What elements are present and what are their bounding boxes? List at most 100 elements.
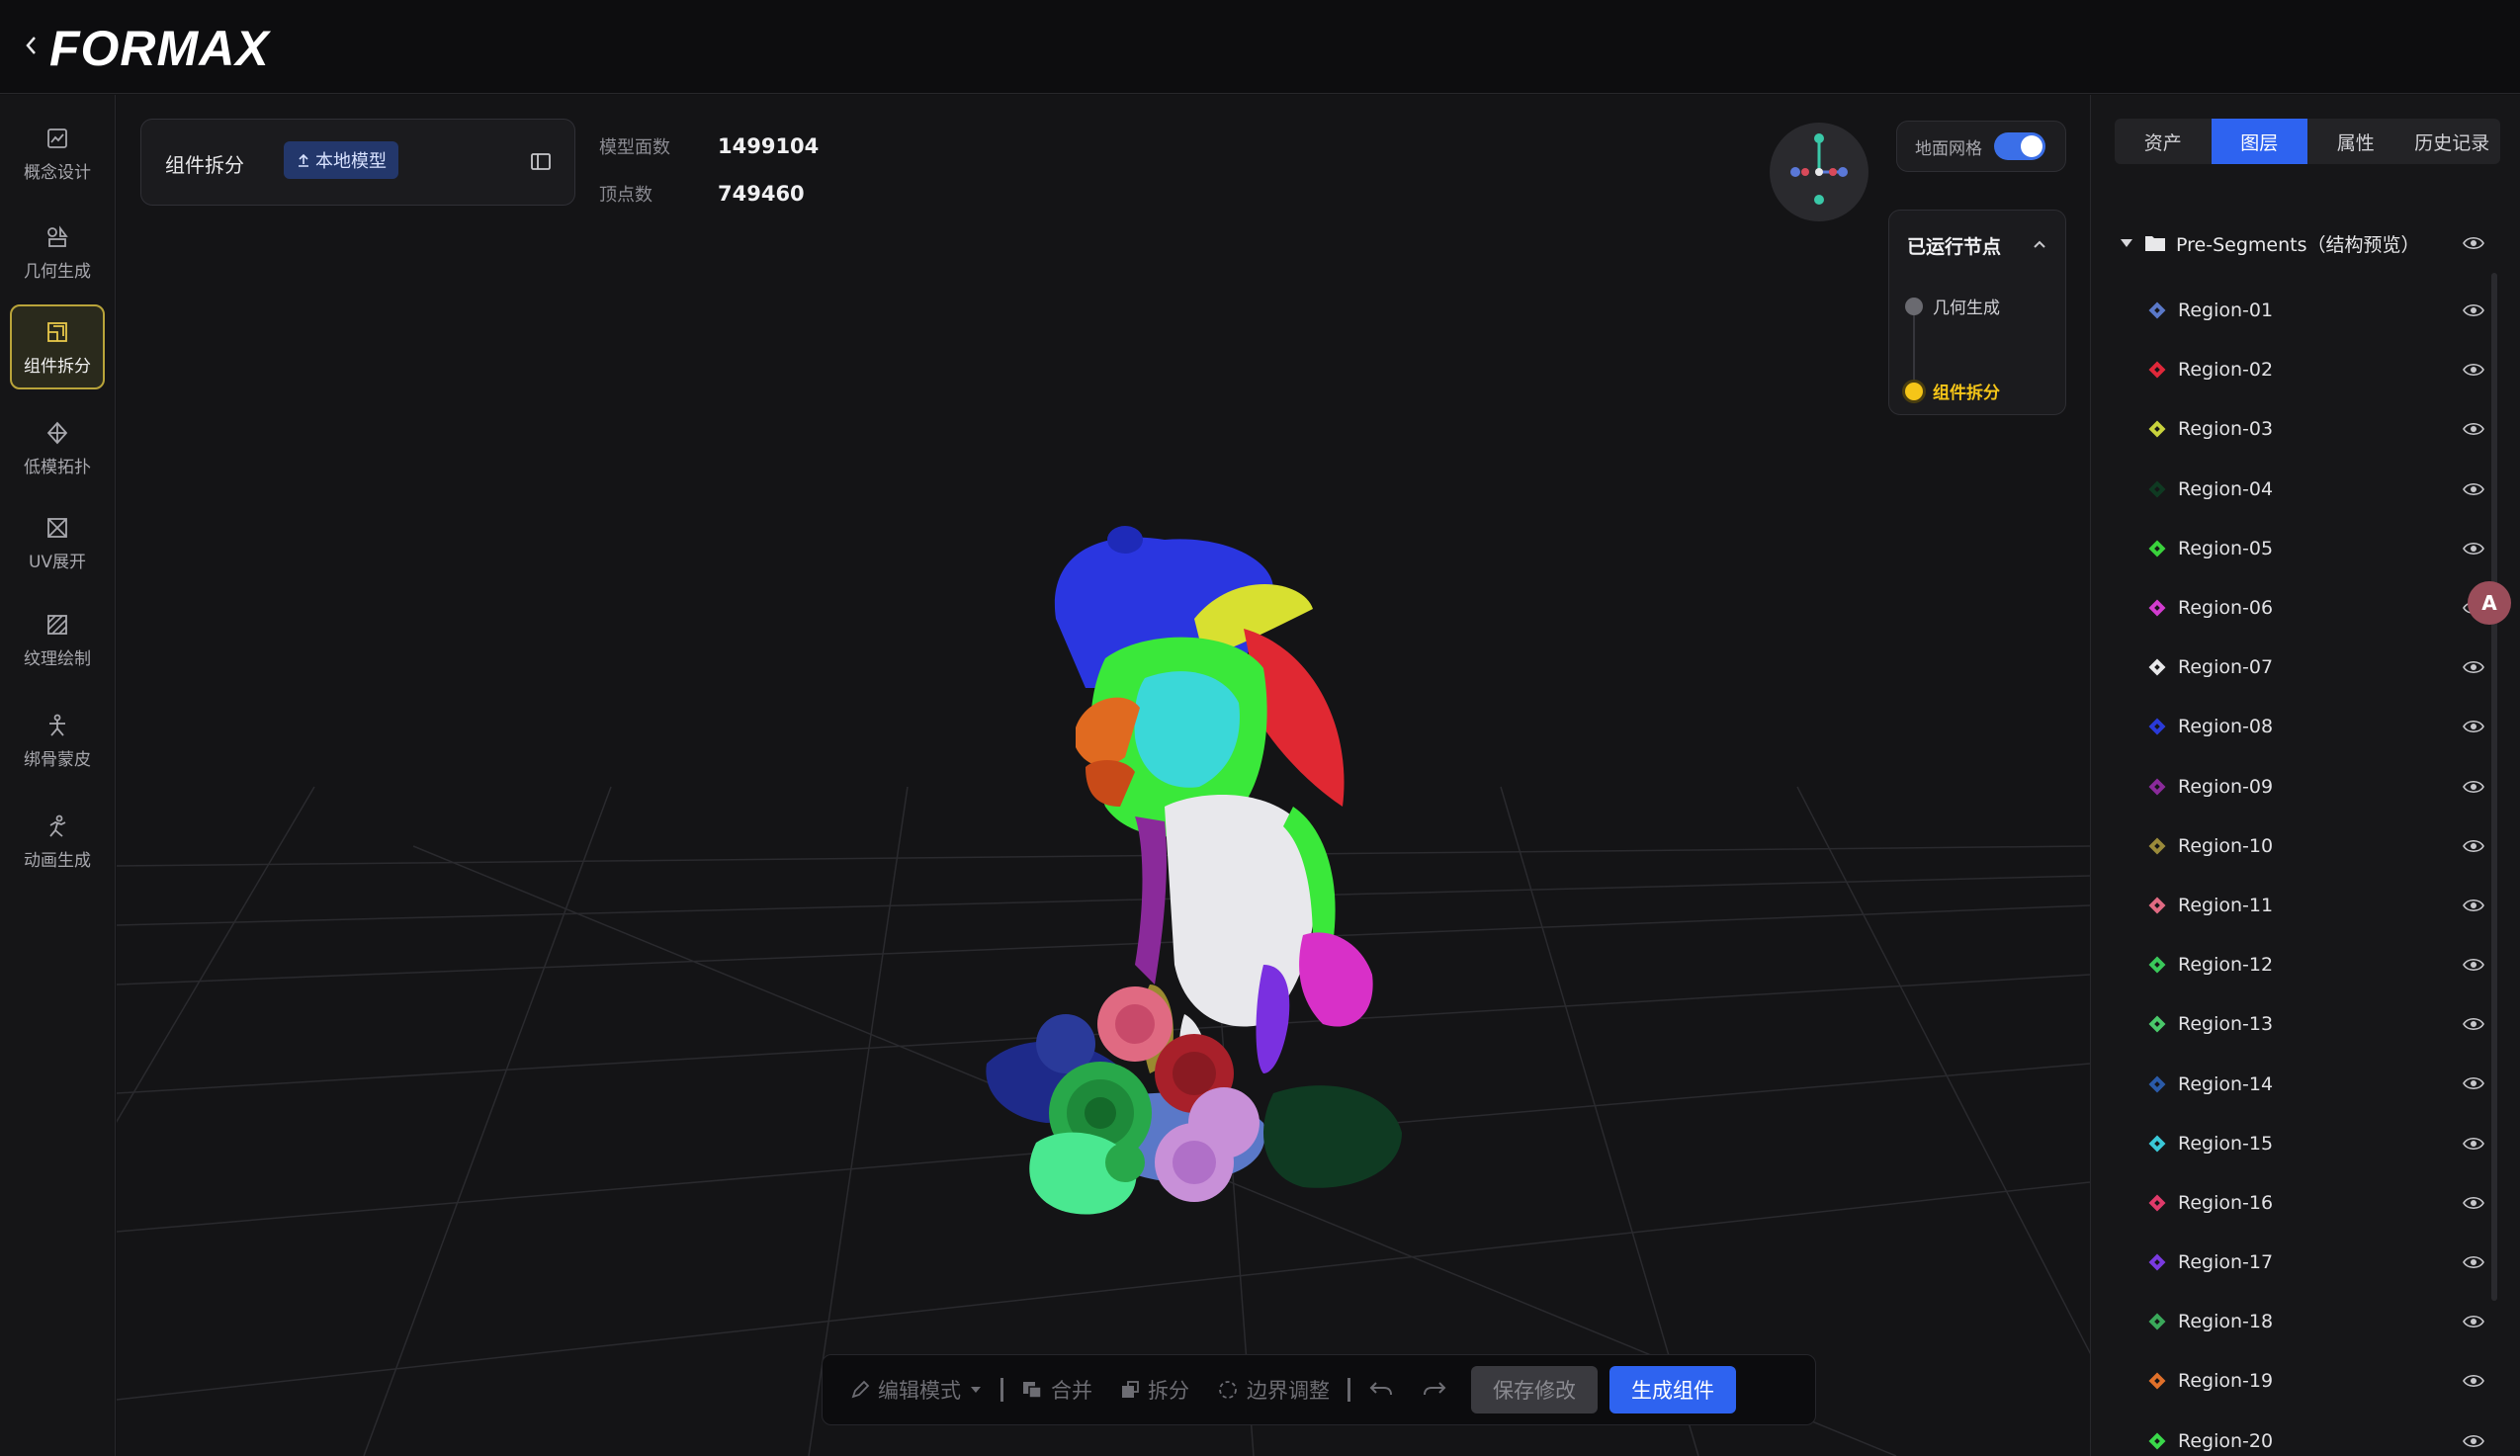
ground-grid-toggle[interactable]: 地面网格 [1896, 121, 2066, 172]
tab-layers[interactable]: 图层 [2211, 119, 2307, 164]
split-button[interactable]: 拆分 [1106, 1366, 1203, 1413]
back-button[interactable] [16, 28, 45, 63]
eye-icon[interactable] [2463, 1371, 2484, 1391]
region-row[interactable]: Region-12 [2148, 935, 2484, 994]
eye-icon[interactable] [2463, 896, 2484, 915]
caret-down-icon [971, 1387, 981, 1393]
nav-item-uv-unwrap[interactable]: UV展开 [10, 500, 105, 585]
region-row[interactable]: Region-18 [2148, 1292, 2484, 1351]
region-row[interactable]: Region-13 [2148, 994, 2484, 1054]
region-row[interactable]: Region-02 [2148, 340, 2484, 399]
region-color-icon [2148, 658, 2166, 676]
ground-grid-switch[interactable] [1994, 132, 2045, 160]
region-color-icon [2148, 1135, 2166, 1153]
segment-panel: 组件拆分 本地模型 [140, 119, 575, 206]
region-row[interactable]: Region-08 [2148, 697, 2484, 756]
node-status-dot [1905, 297, 1923, 315]
region-row[interactable]: Region-04 [2148, 460, 2484, 519]
generate-components-button[interactable]: 生成组件 [1609, 1366, 1736, 1413]
component-split-icon [43, 318, 71, 346]
eye-icon[interactable] [2463, 657, 2484, 677]
axis-gizmo[interactable] [1770, 123, 1868, 221]
translate-button[interactable]: A [2468, 581, 2511, 625]
eye-icon[interactable] [2463, 300, 2484, 320]
region-row[interactable]: Region-19 [2148, 1351, 2484, 1411]
eye-icon[interactable] [2463, 233, 2484, 253]
region-name: Region-01 [2178, 300, 2274, 322]
region-color-icon [2148, 599, 2166, 617]
nav-item-texture-paint[interactable]: 纹理绘制 [10, 597, 105, 682]
region-row[interactable]: Region-10 [2148, 816, 2484, 876]
region-row[interactable]: Region-03 [2148, 399, 2484, 459]
eye-icon[interactable] [2463, 1431, 2484, 1451]
eye-icon[interactable] [2463, 1193, 2484, 1213]
region-row[interactable]: Region-15 [2148, 1114, 2484, 1173]
tab-history[interactable]: 历史记录 [2404, 119, 2501, 164]
collapse-button[interactable] [2030, 234, 2049, 254]
switch-knob [2021, 135, 2042, 157]
nav-item-concept-design[interactable]: 概念设计 [10, 111, 105, 196]
undo-button[interactable] [1354, 1366, 1408, 1413]
region-color-icon [2148, 1432, 2166, 1450]
region-name: Region-17 [2178, 1251, 2274, 1274]
nav-item-rigging[interactable]: 绑骨蒙皮 [10, 698, 105, 783]
region-row[interactable]: Region-16 [2148, 1173, 2484, 1233]
region-row[interactable]: Region-07 [2148, 638, 2484, 697]
region-color-icon [2148, 1015, 2166, 1033]
eye-icon[interactable] [2463, 360, 2484, 380]
region-row[interactable]: Region-01 [2148, 281, 2484, 340]
eye-icon[interactable] [2463, 777, 2484, 797]
node-status-dot [1905, 382, 1923, 400]
eye-icon[interactable] [2463, 717, 2484, 736]
region-row[interactable]: Region-06 [2148, 578, 2484, 638]
region-name: Region-06 [2178, 597, 2274, 620]
scrollbar[interactable] [2491, 273, 2497, 1301]
toolbar-divider [1000, 1378, 1003, 1402]
tab-assets[interactable]: 资产 [2115, 119, 2212, 164]
nav-item-animation[interactable]: 动画生成 [10, 799, 105, 884]
tab-properties[interactable]: 属性 [2307, 119, 2404, 164]
nav-item-low-poly[interactable]: 低模拓扑 [10, 405, 105, 490]
eye-icon[interactable] [2463, 419, 2484, 439]
node-component-split[interactable]: 组件拆分 [1905, 379, 2000, 403]
edit-toolbar: 编辑模式 合并 拆分 边界调整 保存修改 生成组件 [822, 1354, 1816, 1425]
merge-label: 合并 [1051, 1379, 1092, 1403]
app-logo: FORMAX [49, 21, 270, 76]
region-row[interactable]: Region-05 [2148, 519, 2484, 578]
tree-root-pre-segments[interactable]: Pre-Segments（结构预览） [2119, 221, 2484, 265]
nav-item-geometry[interactable]: 几何生成 [10, 210, 105, 295]
eye-icon[interactable] [2463, 1252, 2484, 1272]
region-row[interactable]: Region-17 [2148, 1233, 2484, 1292]
eye-icon[interactable] [2463, 1014, 2484, 1034]
boundary-adjust-button[interactable]: 边界调整 [1203, 1366, 1344, 1413]
region-color-icon [2148, 1313, 2166, 1330]
redo-button[interactable] [1408, 1366, 1461, 1413]
eye-icon[interactable] [2463, 955, 2484, 975]
eye-icon[interactable] [2463, 1073, 2484, 1093]
region-row[interactable]: Region-09 [2148, 757, 2484, 816]
local-model-button[interactable]: 本地模型 [284, 141, 398, 179]
edit-mode-dropdown[interactable]: 编辑模式 [836, 1366, 997, 1413]
node-geometry[interactable]: 几何生成 [1905, 294, 2000, 318]
region-row[interactable]: Region-20 [2148, 1412, 2484, 1456]
eye-icon[interactable] [2463, 1134, 2484, 1154]
eye-icon[interactable] [2463, 479, 2484, 499]
nav-label: 组件拆分 [24, 356, 91, 377]
chevron-up-icon [2034, 240, 2045, 248]
region-name: Region-11 [2178, 894, 2274, 916]
nav-item-component-split[interactable]: 组件拆分 [10, 304, 105, 389]
region-name: Region-07 [2178, 656, 2274, 679]
pencil-icon [851, 1380, 870, 1399]
region-name: Region-19 [2178, 1370, 2274, 1393]
eye-icon[interactable] [2463, 836, 2484, 856]
merge-button[interactable]: 合并 [1007, 1366, 1106, 1413]
eye-icon[interactable] [2463, 1312, 2484, 1331]
region-row[interactable]: Region-14 [2148, 1054, 2484, 1113]
nav-label: 低模拓扑 [24, 457, 91, 477]
right-panel-tabs: 资产 图层 属性 历史记录 [2115, 119, 2500, 164]
eye-icon[interactable] [2463, 539, 2484, 558]
3d-viewport[interactable]: 组件拆分 本地模型 模型面数 1499104 顶点数 749460 地面网格 已… [117, 95, 2090, 1456]
panel-toggle-button[interactable] [529, 149, 553, 173]
save-changes-button[interactable]: 保存修改 [1471, 1366, 1598, 1413]
region-row[interactable]: Region-11 [2148, 876, 2484, 935]
